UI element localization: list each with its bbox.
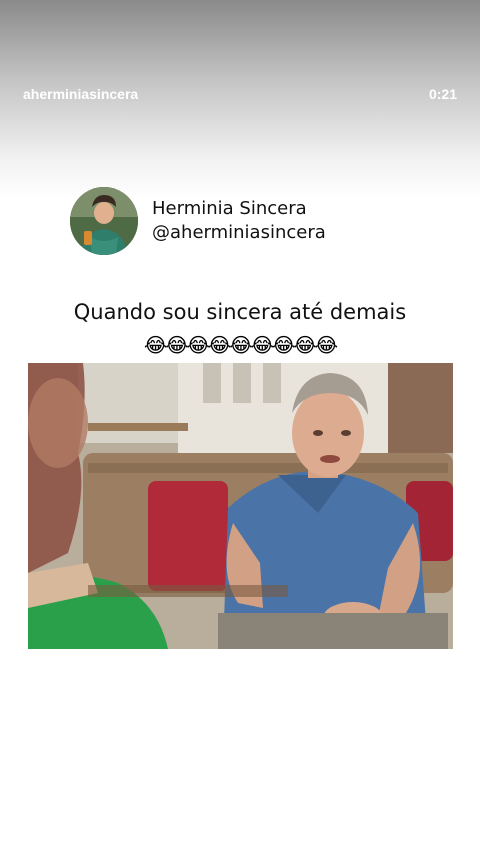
post-header: Herminia Sincera @aherminiasincera [70,185,326,257]
display-name[interactable]: Herminia Sincera [152,197,326,221]
story-username[interactable]: aherminiasincera [23,86,138,102]
post-author: Herminia Sincera @aherminiasincera [152,197,326,245]
avatar[interactable] [70,187,138,255]
laughing-emoji-row: 😂😂😂😂😂😂😂😂😂 [143,333,338,357]
story-top-bar: aherminiasincera 0:21 [0,82,480,106]
handle[interactable]: @aherminiasincera [152,221,326,245]
video-still [28,363,453,649]
video-frame[interactable] [28,363,453,649]
avatar-image [70,187,138,255]
post-caption: Quando sou sincera até demais [73,300,407,324]
story-timer: 0:21 [428,86,457,102]
